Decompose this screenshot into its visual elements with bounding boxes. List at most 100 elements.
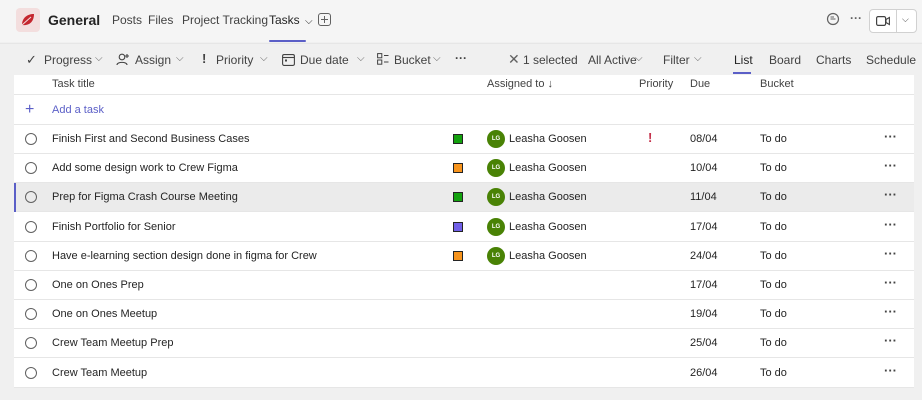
label-swatch (453, 221, 463, 232)
tab-posts[interactable]: Posts (112, 13, 142, 27)
complete-task-checkbox[interactable] (25, 191, 37, 204)
filter-button[interactable]: Filter (663, 53, 690, 67)
table-row[interactable]: One on Ones Prep 17/04 To do ··· (14, 271, 914, 300)
person-add-icon (116, 53, 129, 66)
tab-tasks-label: Tasks (269, 13, 300, 27)
complete-task-checkbox[interactable] (25, 308, 37, 321)
complete-task-checkbox[interactable] (25, 337, 37, 350)
more-options-icon[interactable]: ··· (884, 333, 897, 348)
bucket-name: To do (760, 279, 787, 291)
task-title[interactable]: One on Ones Prep (52, 279, 144, 291)
table-row[interactable]: Prep for Figma Crash Course Meeting LG Lea… (14, 183, 914, 213)
complete-task-checkbox[interactable] (25, 220, 37, 233)
more-toolbar-icon[interactable]: ··· (455, 51, 467, 65)
assignee-name: Leasha Goosen (509, 249, 587, 262)
video-camera-icon (876, 16, 890, 26)
complete-task-checkbox[interactable] (25, 133, 37, 145)
more-options-icon[interactable]: ··· (850, 11, 862, 25)
bucket-icon (377, 53, 389, 65)
view-schedule[interactable]: Schedule (866, 53, 916, 67)
view-board[interactable]: Board (769, 53, 801, 67)
due-date: 26/04 (690, 366, 718, 379)
team-logo[interactable] (16, 8, 40, 32)
table-row[interactable]: Finish Portfolio for Senior LG Leasha Goos… (14, 213, 914, 242)
view-list[interactable]: List (734, 53, 753, 67)
add-task-button[interactable]: Add a task (52, 104, 104, 116)
bucket-name: To do (760, 308, 787, 321)
due-date: 25/04 (690, 337, 718, 350)
active-tab-indicator (269, 40, 306, 42)
progress-button[interactable]: Progress (44, 53, 92, 67)
header-divider (14, 94, 914, 95)
task-title[interactable]: Have e-learning section design done in f… (52, 250, 317, 262)
table-row[interactable]: Have e-learning section design done in f… (14, 242, 914, 271)
chevron-down-icon[interactable]: ⌵ (635, 53, 643, 64)
chevron-down-icon[interactable]: ⌵ (176, 53, 184, 64)
avatar: LG (487, 217, 505, 236)
complete-task-checkbox[interactable] (25, 249, 37, 262)
bucket-name: To do (760, 249, 787, 262)
more-options-icon[interactable]: ··· (884, 363, 897, 378)
assign-button[interactable]: Assign (135, 53, 171, 67)
bucket-name: To do (760, 162, 787, 175)
more-options-icon[interactable]: ··· (884, 158, 897, 173)
tab-project-tracking[interactable]: Project Tracking (182, 13, 268, 27)
chevron-down-icon[interactable]: ⌵ (260, 53, 268, 64)
column-bucket[interactable]: Bucket (760, 78, 794, 90)
task-toolbar: ✓ Progress ⌵ Assign ⌵ ! Priority ⌵ Due d… (0, 43, 922, 75)
add-icon[interactable]: + (25, 101, 34, 119)
table-row[interactable]: Crew Team Meetup 26/04 To do ··· (14, 359, 914, 388)
more-options-icon[interactable]: ··· (884, 217, 897, 232)
complete-task-checkbox[interactable] (25, 279, 37, 291)
column-task-title[interactable]: Task title (52, 78, 95, 90)
bucket-name: To do (760, 337, 787, 350)
more-options-icon[interactable]: ··· (884, 275, 897, 290)
due-date: 08/04 (690, 133, 718, 145)
task-list: Task title Assigned to ↓ Priority Due Bu… (14, 75, 914, 388)
task-title[interactable]: Prep for Figma Crash Course Meeting (52, 191, 238, 203)
column-priority[interactable]: Priority (639, 78, 673, 90)
task-title[interactable]: Finish Portfolio for Senior (52, 221, 176, 233)
tab-files[interactable]: Files (148, 13, 173, 27)
label-swatch (453, 192, 463, 203)
priority-button[interactable]: Priority (216, 53, 253, 67)
tab-tasks[interactable]: Tasks ⌵ (269, 13, 313, 27)
chat-icon[interactable] (826, 12, 840, 26)
chevron-down-icon[interactable]: ⌵ (433, 53, 441, 64)
more-options-icon[interactable]: ··· (884, 246, 897, 261)
task-title[interactable]: Crew Team Meetup Prep (52, 337, 173, 349)
task-title[interactable]: Add some design work to Crew Figma (52, 162, 238, 174)
task-title[interactable]: Crew Team Meetup (52, 367, 147, 379)
chevron-down-icon[interactable]: ⌵ (902, 14, 909, 25)
due-date: 10/04 (690, 162, 718, 175)
channel-header: General Posts Files Project Tracking Tas… (0, 0, 922, 42)
task-title[interactable]: One on Ones Meetup (52, 308, 157, 320)
due-date-button[interactable]: Due date (300, 53, 349, 67)
complete-task-checkbox[interactable] (25, 366, 37, 379)
table-row[interactable]: Add some design work to Crew Figma LG Leas… (14, 154, 914, 184)
due-date: 19/04 (690, 308, 718, 321)
add-tab-icon[interactable] (318, 13, 331, 26)
table-row[interactable]: Finish First and Second Business Cases LG… (14, 125, 914, 154)
meet-button[interactable]: ⌵ (869, 9, 917, 33)
close-icon[interactable]: ✕ (508, 51, 520, 68)
label-swatch (453, 250, 463, 261)
table-row[interactable]: One on Ones Meetup 19/04 To do ··· (14, 300, 914, 330)
column-assigned-to[interactable]: Assigned to ↓ (487, 78, 553, 90)
column-due[interactable]: Due (690, 78, 710, 90)
bucket-button[interactable]: Bucket (394, 53, 431, 67)
more-options-icon[interactable]: ··· (884, 187, 897, 202)
table-row[interactable]: Crew Team Meetup Prep 25/04 To do ··· (14, 329, 914, 359)
more-options-icon[interactable]: ··· (884, 304, 897, 319)
channel-name: General (48, 12, 101, 28)
chevron-down-icon[interactable]: ⌵ (95, 53, 103, 64)
chevron-down-icon[interactable]: ⌵ (357, 53, 365, 64)
filter-all-active[interactable]: All Active (588, 53, 637, 67)
due-date: 17/04 (690, 220, 718, 233)
task-title[interactable]: Finish First and Second Business Cases (52, 133, 249, 145)
chevron-down-icon[interactable]: ⌵ (694, 53, 702, 64)
complete-task-checkbox[interactable] (25, 162, 37, 175)
view-charts[interactable]: Charts (816, 53, 851, 67)
due-date: 17/04 (690, 279, 718, 291)
more-options-icon[interactable]: ··· (884, 129, 897, 144)
